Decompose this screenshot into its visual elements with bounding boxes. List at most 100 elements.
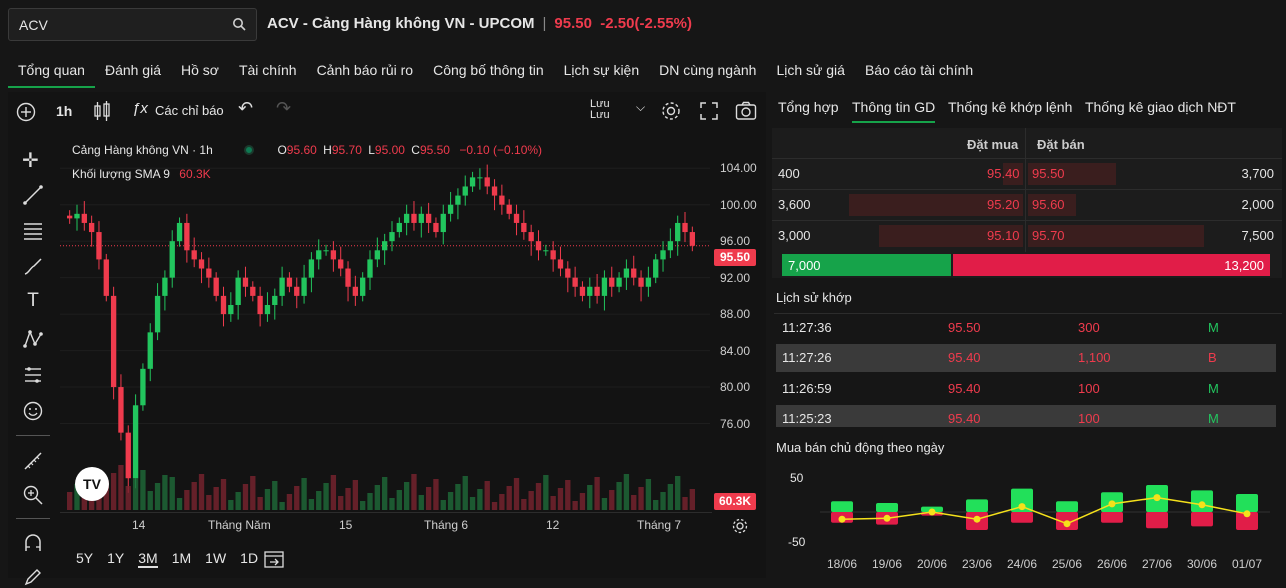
tab-trading-info[interactable]: Thông tin GD (852, 99, 936, 123)
candle-body (469, 177, 476, 187)
candle-body (491, 186, 498, 196)
tab-events[interactable]: Lịch sự kiện (554, 56, 650, 88)
indicators-icon[interactable]: ƒx (132, 100, 148, 117)
ruler-icon[interactable] (22, 450, 44, 472)
fib-lines-icon[interactable] (22, 220, 44, 242)
range-1y[interactable]: 1Y (107, 550, 124, 568)
volume-bar (565, 480, 571, 510)
interval-button[interactable]: 1h (56, 103, 72, 119)
crosshair-icon[interactable]: ✛ (22, 148, 44, 172)
candle-body (425, 213, 432, 223)
volume-bar (689, 489, 695, 510)
ask-volume: 7,500 (1241, 228, 1274, 243)
net-flow-point (973, 515, 981, 523)
tab-financial-reports[interactable]: Báo cáo tài chính (855, 56, 983, 88)
pencil-icon[interactable] (22, 566, 44, 588)
volume-bar (250, 476, 256, 510)
pattern-icon[interactable] (22, 328, 44, 350)
tab-disclosures[interactable]: Công bố thông tin (423, 56, 554, 88)
candle-body (594, 286, 600, 296)
candle-body (374, 250, 380, 260)
indicators-button[interactable]: Các chỉ báo (155, 103, 224, 118)
camera-icon[interactable] (735, 101, 757, 121)
magnet-icon[interactable] (22, 532, 44, 554)
volume-bar (330, 475, 337, 510)
date-range-icon[interactable] (263, 549, 285, 569)
candle-body (418, 213, 424, 223)
range-1m[interactable]: 1M (172, 550, 191, 568)
symbol-search[interactable] (8, 8, 257, 41)
tab-peers[interactable]: DN cùng ngành (649, 56, 766, 88)
volume-bar (506, 486, 512, 510)
match-history-title: Lịch sử khớp (776, 290, 852, 305)
flow-date-label: 26/06 (1097, 557, 1127, 571)
candle-body (689, 232, 695, 246)
undo-icon[interactable]: ↶ (238, 98, 253, 119)
candle-body (609, 277, 615, 287)
search-input[interactable] (19, 9, 229, 40)
volume-bar (660, 492, 666, 510)
volume-bar (535, 483, 542, 510)
volume-bar (403, 482, 410, 510)
candle-body (440, 213, 446, 233)
stock-price: 95.50 (554, 15, 592, 32)
flow-date-label: 27/06 (1142, 557, 1172, 571)
brush-icon[interactable] (22, 256, 44, 278)
candle-body (330, 250, 337, 260)
fullscreen-icon[interactable] (699, 101, 719, 121)
save-button[interactable]: Lưu Lưu (590, 99, 610, 121)
time-tick-label: 15 (339, 518, 353, 532)
candle-body (550, 250, 556, 260)
candle-body (601, 277, 608, 296)
candle-body (367, 259, 373, 278)
toolbar-divider (16, 435, 50, 436)
zoom-in-icon[interactable] (22, 484, 44, 506)
volume-bar (176, 498, 183, 510)
measure-icon[interactable] (22, 364, 44, 386)
trendline-icon[interactable] (22, 184, 44, 206)
candle-body (565, 268, 571, 278)
volume-bar (184, 490, 190, 510)
tab-price-history[interactable]: Lịch sử giá (766, 56, 855, 88)
total-bid: 7,000 (788, 258, 821, 273)
candle-body (579, 286, 586, 296)
chevron-down-icon[interactable]: ⌵ (636, 100, 645, 115)
search-icon[interactable] (232, 17, 246, 31)
volume-bar (440, 500, 446, 510)
add-symbol-icon[interactable] (16, 102, 36, 122)
volume-bar (67, 492, 73, 510)
total-ask: 13,200 (1224, 258, 1264, 273)
tab-valuation[interactable]: Đánh giá (95, 56, 171, 88)
volume-bar (110, 473, 117, 510)
candle-type-icon[interactable] (93, 100, 111, 122)
active-flow-chart: 18/06 19/06 20/06 23/06 24/06 25/06 26/06 27/06… (820, 485, 1270, 571)
net-flow-point (1243, 510, 1251, 518)
text-tool-icon[interactable]: T (22, 290, 44, 312)
match-price: 95.40 (948, 381, 981, 396)
tab-overview[interactable]: Tổng quan (8, 56, 95, 88)
tab-investor-stats[interactable]: Thống kê giao dịch NĐT (1085, 99, 1236, 121)
axis-settings-icon[interactable] (731, 517, 749, 535)
candle-body (88, 222, 95, 233)
time-tick-label: 12 (546, 518, 560, 532)
emoji-icon[interactable] (22, 400, 44, 422)
candle-body (638, 277, 644, 287)
flow-date-label: 19/06 (872, 557, 902, 571)
tab-profile[interactable]: Hồ sơ (171, 56, 229, 88)
tab-financials[interactable]: Tài chính (229, 56, 307, 88)
range-5y[interactable]: 5Y (76, 550, 93, 568)
price-chart[interactable] (60, 150, 760, 520)
gear-icon[interactable] (660, 100, 682, 122)
tab-match-stats[interactable]: Thống kê khớp lệnh (948, 99, 1072, 121)
price-tick-label: 96.00 (720, 234, 751, 249)
redo-icon[interactable]: ↷ (276, 98, 291, 119)
bid-price: 95.20 (987, 197, 1020, 212)
range-1w[interactable]: 1W (205, 550, 226, 568)
bid-header: Đặt mua (967, 137, 1019, 152)
range-3m[interactable]: 3M (138, 550, 158, 568)
tab-risk-alerts[interactable]: Cảnh báo rủi ro (307, 56, 424, 88)
range-1d[interactable]: 1D (240, 550, 258, 568)
tab-summary[interactable]: Tổng hợp (778, 99, 839, 121)
candle-body (228, 305, 234, 315)
volume-bar (477, 489, 483, 510)
